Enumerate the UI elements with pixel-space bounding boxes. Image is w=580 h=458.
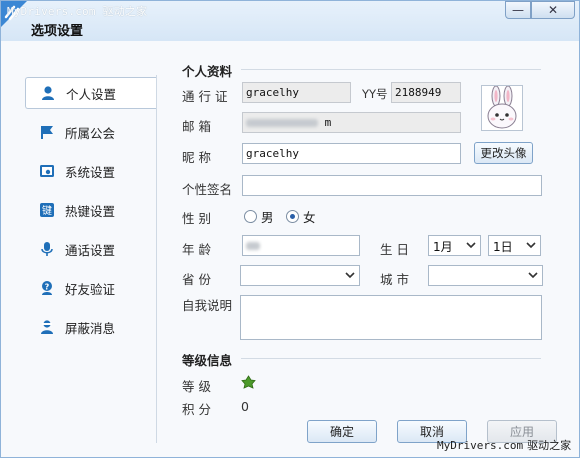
green-leaf-level-icon [241,375,256,389]
change-avatar-button[interactable]: 更改头像 [474,142,533,164]
redacted-email [246,119,318,127]
sidebar-item-block-message[interactable]: 屏蔽消息 [25,311,157,343]
age-label: 年 龄 [182,242,211,257]
city-select[interactable] [428,265,543,286]
hotkey-icon: 键 [39,202,55,218]
yy-label: YY号 [362,87,388,101]
title-bar: MyDrivers.com 驱动之家 选项设置 — ✕ [1,1,579,41]
city-label: 城 市 [380,272,409,287]
email-tail: m [324,116,332,129]
passport-field: gracelhy [242,82,351,103]
sidebar-divider [156,75,157,443]
watermark-site-cn: 驱动之家 [527,439,572,452]
close-button[interactable]: ✕ [531,1,575,19]
sidebar-item-label: 系统设置 [65,164,116,180]
chevron-down-icon [526,242,536,249]
email-label: 邮 箱 [182,119,211,134]
watermark-site: MyDrivers.com [437,439,524,452]
ok-button[interactable]: 确定 [307,420,377,443]
chevron-down-icon [466,242,476,249]
bio-label: 自我说明 [182,298,233,313]
minimize-button[interactable]: — [505,1,531,19]
signature-label: 个性签名 [182,182,233,197]
system-icon [39,163,55,179]
radio-circle [244,210,257,223]
nickname-label: 昵 称 [182,150,211,165]
gender-female-label: 女 [303,210,316,225]
birthday-day-select[interactable]: 1日 [488,235,541,256]
bio-textarea[interactable] [240,295,542,340]
sidebar-item-friend-verify[interactable]: ? 好友验证 [25,272,157,304]
level-section-title: 等级信息 [182,353,233,368]
svg-text:?: ? [45,283,50,292]
block-message-icon [39,319,55,335]
sidebar-item-label: 通话设置 [65,242,116,258]
minimize-icon: — [512,3,524,17]
close-icon: ✕ [547,3,559,17]
options-window: MyDrivers.com 驱动之家 选项设置 — ✕ 个人设置 所属公会 系统… [0,0,580,458]
window-title: 选项设置 [31,24,84,39]
sidebar-item-personal[interactable]: 个人设置 [25,77,157,109]
chevron-down-icon [345,272,355,279]
sidebar-item-label: 好友验证 [65,281,116,297]
watermark-bottom: MyDrivers.com 驱动之家 [437,437,571,453]
profile-section-divider [241,69,541,70]
chevron-down-icon [528,272,538,279]
gender-female-radio[interactable]: 女 [286,207,316,226]
birthday-month-select[interactable]: 1月 [428,235,481,256]
avatar [481,85,523,131]
nickname-input[interactable]: gracelhy [242,143,461,164]
passport-label: 通 行 证 [182,89,228,104]
email-field: m [242,112,461,133]
sidebar-item-call[interactable]: 通话设置 [25,233,157,265]
sidebar-item-label: 屏蔽消息 [65,320,116,336]
flag-icon [39,124,55,140]
province-label: 省 份 [182,272,211,287]
gender-label: 性 别 [182,211,211,226]
level-label: 等 级 [182,379,211,394]
watermark-top: MyDrivers.com 驱动之家 [7,5,148,18]
birthday-day-value: 1日 [493,240,513,254]
sidebar-item-guild[interactable]: 所属公会 [25,116,157,148]
gender-male-radio[interactable]: 男 [244,207,274,226]
sidebar-item-hotkey[interactable]: 键 热键设置 [25,194,157,226]
gender-male-label: 男 [261,210,274,225]
level-section-divider [241,358,541,359]
points-value: 0 [241,399,249,414]
yy-number-field: 2188949 [391,82,461,103]
birthday-label: 生 日 [380,242,409,257]
sidebar-item-label: 热键设置 [65,203,116,219]
points-label: 积 分 [182,402,211,417]
radio-circle-selected [286,210,299,223]
redacted-age [246,242,260,250]
sidebar-item-system[interactable]: 系统设置 [25,155,157,187]
svg-text:键: 键 [42,204,52,217]
bunny-avatar-icon [487,85,517,129]
sidebar-item-label: 所属公会 [65,125,116,141]
profile-section-title: 个人资料 [182,64,233,79]
microphone-icon [39,241,55,257]
age-input[interactable] [242,235,360,256]
birthday-month-value: 1月 [433,240,453,254]
sidebar-item-label: 个人设置 [66,86,117,102]
province-select[interactable] [240,265,360,286]
person-icon [40,85,56,101]
friend-verify-icon: ? [39,280,55,296]
sidebar: 个人设置 所属公会 系统设置 键 热键设置 通话设置 ? 好友验证 屏蔽消息 [25,75,157,443]
signature-input[interactable] [242,175,542,196]
